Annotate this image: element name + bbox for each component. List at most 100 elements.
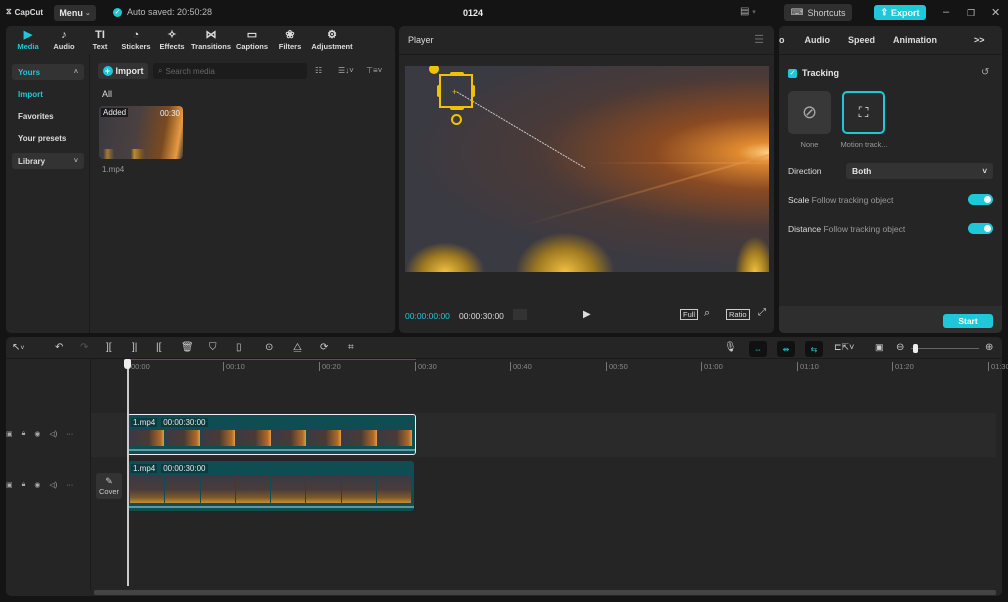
eye-icon[interactable]: ◉ <box>34 430 40 438</box>
shortcuts-button[interactable]: ⌨ Shortcuts <box>784 4 852 21</box>
rotate-handle-icon[interactable] <box>451 114 462 125</box>
distance-toggle[interactable] <box>968 223 993 234</box>
volume-icon[interactable]: ◁) <box>49 481 57 489</box>
menu-button[interactable]: Menu ⌄ <box>54 5 96 21</box>
playhead-handle[interactable] <box>124 359 131 369</box>
ratio-button[interactable]: Ratio <box>726 309 750 320</box>
tab-text[interactable]: TI Text <box>82 26 118 54</box>
tab-speed[interactable]: Speed <box>848 35 875 45</box>
stickers-icon: ◔ <box>132 29 140 41</box>
mirror-icon[interactable]: ⧋ <box>293 342 302 353</box>
filter-icon[interactable]: ⊤≡˅ <box>366 66 382 75</box>
tab-media[interactable]: ▶ Media <box>10 26 46 54</box>
direction-select[interactable]: Both ˅ <box>846 163 993 179</box>
delete-icon[interactable]: 🗑 <box>181 342 194 353</box>
zoom-slider-handle[interactable] <box>913 344 918 353</box>
linkage-button[interactable]: ⇆ <box>805 341 823 357</box>
timeline-clip-selected[interactable]: 1.mp4 00:00:30:00 <box>127 414 416 455</box>
more-tabs-icon[interactable]: >> <box>974 35 985 45</box>
play-button[interactable]: ▶ <box>583 309 591 320</box>
eye-icon[interactable]: ◉ <box>34 481 40 489</box>
crop-icon[interactable]: ⌗ <box>348 342 354 353</box>
tracking-option-none[interactable]: ⊘ <box>788 91 831 134</box>
cover-button[interactable]: ✎ Cover <box>96 473 122 499</box>
resize-handle[interactable] <box>437 85 441 97</box>
start-button[interactable]: Start <box>943 314 993 328</box>
scale-toggle[interactable] <box>968 194 993 205</box>
more-icon[interactable]: ··· <box>66 431 73 438</box>
zoom-in-icon[interactable]: ⊕ <box>985 342 993 353</box>
grid-view-icon[interactable]: ☷ <box>315 66 322 75</box>
tracking-checkbox[interactable]: ✓ <box>788 69 797 78</box>
tab-audio[interactable]: Audio <box>805 35 831 45</box>
added-badge: Added <box>101 108 129 117</box>
import-button[interactable]: + Import <box>98 63 148 79</box>
tab-video[interactable]: o <box>779 35 785 45</box>
export-button[interactable]: ⇪ Export <box>874 5 926 20</box>
divider <box>90 359 91 590</box>
reset-icon[interactable]: ↺ <box>981 67 989 78</box>
chevron-down-icon: ▾ <box>752 9 756 16</box>
tab-captions[interactable]: ▭ Captions <box>232 26 272 54</box>
auto-snap-button[interactable]: ⇹ <box>777 341 795 357</box>
minimize-button[interactable]: – <box>943 6 949 18</box>
app-logo: ⧖ CapCut <box>6 7 44 17</box>
track-toggle-icon[interactable]: ▣ <box>6 430 13 438</box>
restore-button[interactable]: ❐ <box>967 8 975 19</box>
resize-handle[interactable] <box>450 72 464 76</box>
tab-transitions[interactable]: ⋈ Transitions <box>190 26 232 54</box>
zoom-view-icon[interactable]: ⌕ <box>704 307 710 320</box>
lock-icon[interactable]: 🔒︎ <box>22 430 26 438</box>
media-item-thumbnail[interactable]: Added 00:30 <box>99 106 183 159</box>
sidebar-item-import[interactable]: Import <box>12 86 84 102</box>
freeze-icon[interactable]: ▯ <box>236 342 242 353</box>
horizontal-scrollbar[interactable] <box>94 590 996 595</box>
redo-icon[interactable]: ↷ <box>80 342 88 353</box>
sidebar-item-presets[interactable]: Your presets <box>12 130 84 146</box>
thumbnail-icon[interactable]: ▣ <box>875 342 884 353</box>
zoom-slider[interactable] <box>911 348 979 349</box>
undo-icon[interactable]: ↶ <box>55 342 63 353</box>
tab-stickers[interactable]: ◔ Stickers <box>118 26 154 54</box>
tab-effects[interactable]: ✧ Effects <box>154 26 190 54</box>
full-button[interactable]: Full <box>680 309 699 320</box>
tracking-option-motion[interactable]: ⛶ <box>842 91 885 134</box>
reverse-icon[interactable]: ⊙ <box>265 342 273 353</box>
volume-icon[interactable]: ◁) <box>49 430 57 438</box>
split-left-icon[interactable]: ]| <box>132 342 137 353</box>
resize-handle[interactable] <box>471 85 475 97</box>
lock-icon[interactable]: 🔒︎ <box>22 481 26 489</box>
capcut-logo-icon: ⧖ <box>6 7 12 16</box>
split-icon[interactable]: ][ <box>106 342 112 353</box>
chevron-down-icon: ˅ <box>982 166 987 176</box>
select-tool-icon[interactable]: ↖˅ <box>12 342 24 353</box>
main-track-magnet-button[interactable]: ⇔ <box>749 341 767 357</box>
video-preview[interactable]: + <box>405 66 769 272</box>
sidebar-item-favorites[interactable]: Favorites <box>12 108 84 124</box>
tab-adjustment[interactable]: ⚙ Adjustment <box>308 26 356 54</box>
preview-axis-icon[interactable]: ⊏⇱˅ <box>834 342 854 353</box>
playhead[interactable] <box>127 364 129 586</box>
rotate-icon[interactable]: ⟳ <box>320 342 328 353</box>
close-button[interactable]: ✕ <box>991 6 1000 19</box>
timeline-clip-main[interactable]: 1.mp4 00:00:30:00 <box>128 461 414 511</box>
layout-button[interactable]: ▤ ▾ <box>740 6 756 17</box>
search-media-input[interactable]: ⌕ Search media <box>153 63 307 79</box>
tab-audio[interactable]: ♪ Audio <box>46 26 82 54</box>
timecode-mode-icon[interactable] <box>513 309 527 320</box>
sort-icon[interactable]: ☰↓˅ <box>338 66 354 75</box>
fullscreen-icon[interactable]: ⤢ <box>758 307 766 318</box>
tab-filters[interactable]: ❀ Filters <box>272 26 308 54</box>
time-ruler[interactable]: 00:00 00:10 00:20 00:30 00:40 00:50 01:0… <box>128 358 1008 376</box>
zoom-out-icon[interactable]: ⊖ <box>896 342 904 353</box>
hamburger-menu-icon[interactable]: ☰ <box>754 33 764 46</box>
more-icon[interactable]: ··· <box>66 482 73 489</box>
sidebar-item-yours[interactable]: Yours ˄ <box>12 64 84 80</box>
resize-handle[interactable] <box>450 106 464 110</box>
tab-animation[interactable]: Animation <box>893 35 937 45</box>
track-toggle-icon[interactable]: ▣ <box>6 481 13 489</box>
sidebar-item-library[interactable]: Library ˅ <box>12 153 84 169</box>
split-right-icon[interactable]: |[ <box>156 342 161 353</box>
microphone-icon[interactable]: 🎙 <box>724 342 737 353</box>
marker-icon[interactable]: ⛉ <box>209 342 217 353</box>
